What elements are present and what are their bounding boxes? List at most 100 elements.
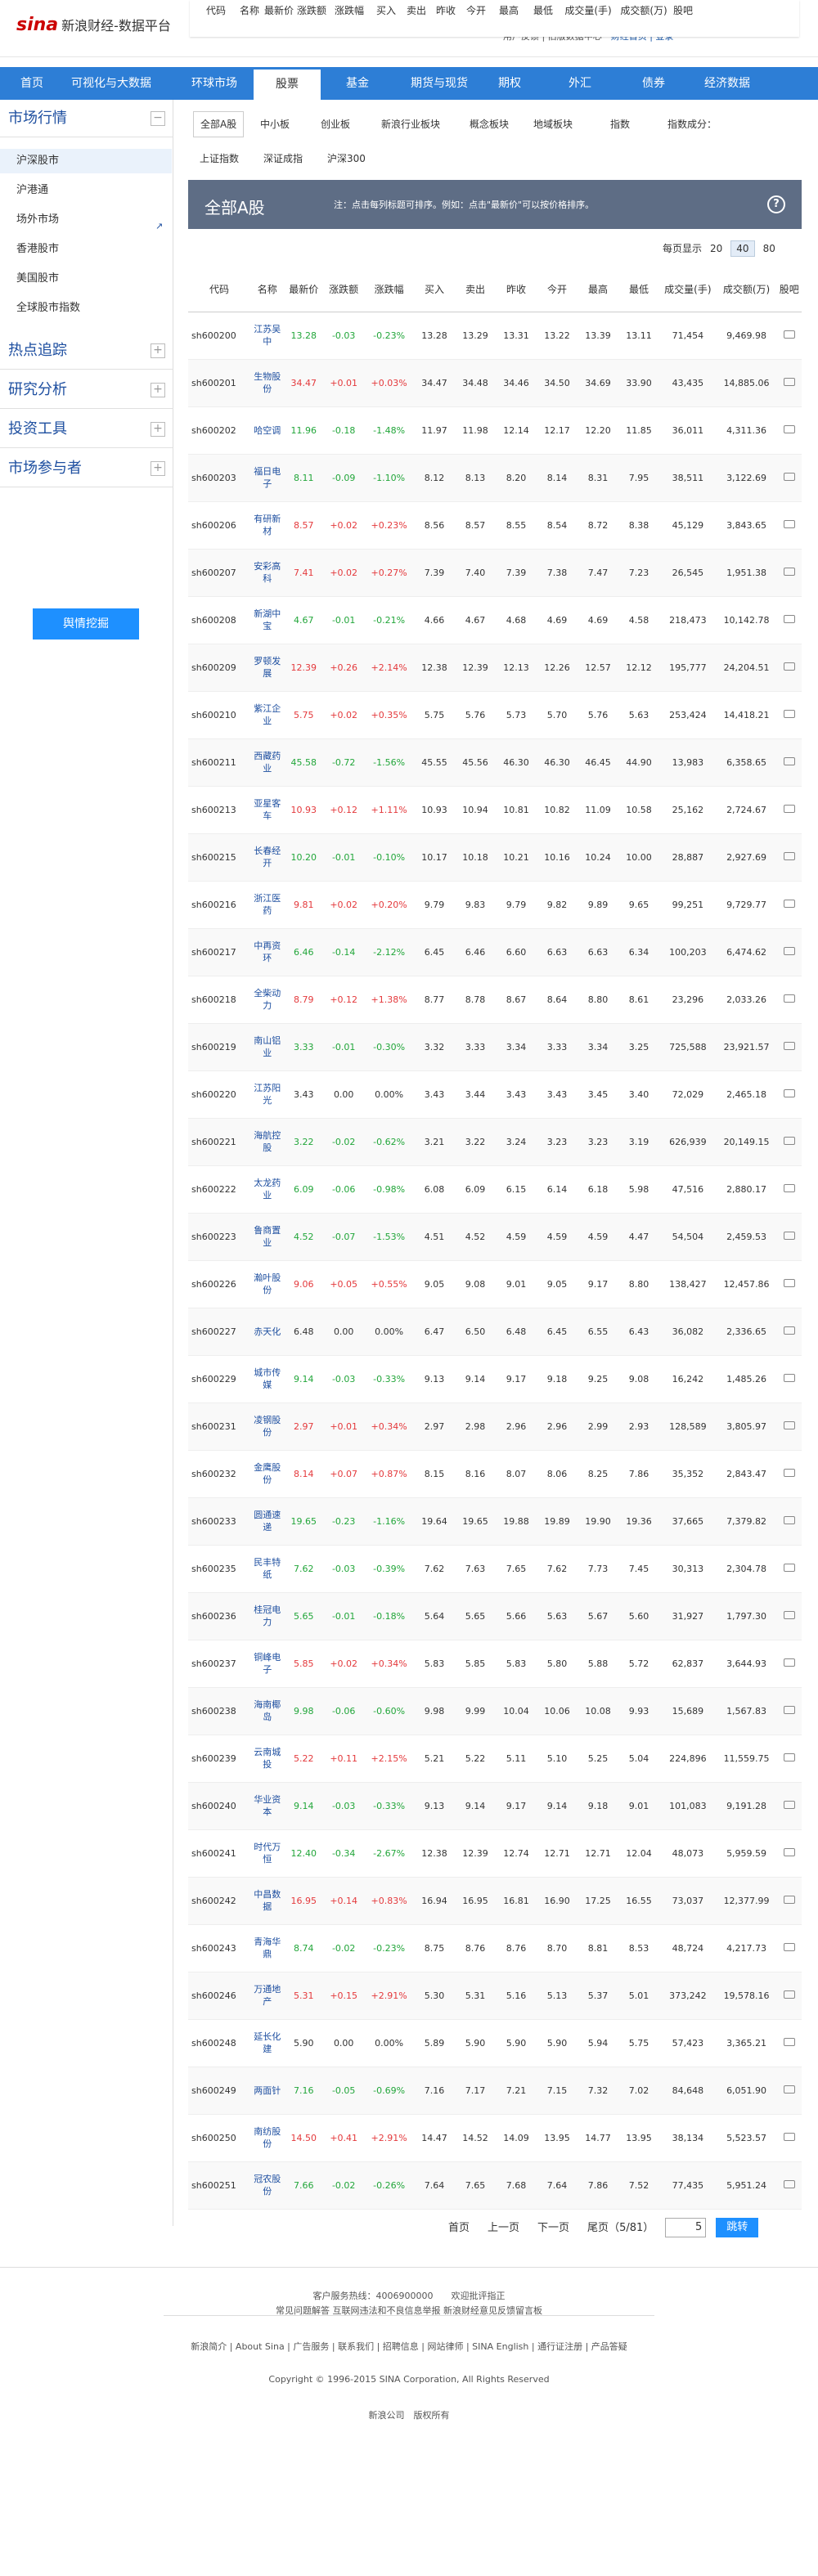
table-row[interactable]: sh600243 青海华鼎 8.74 -0.02 -0.23% 8.75 8.76 8.76 8… [188,1924,802,1972]
stock-code[interactable]: sh600203 [188,454,251,502]
stock-code[interactable]: sh600249 [188,2067,251,2115]
index-tab-0[interactable]: 上证指数 [193,146,245,172]
stock-code[interactable]: sh600250 [188,2114,251,2162]
stock-name[interactable]: 瀚叶股份 [250,1260,285,1308]
expand-icon[interactable]: + [151,422,165,437]
guba-cell[interactable] [776,1640,802,1688]
guba-cell[interactable] [776,1165,802,1214]
guba-cell[interactable] [776,1308,802,1356]
guba-cell[interactable] [776,312,802,360]
table-row[interactable]: sh600236 桂冠电力 5.65 -0.01 -0.18% 5.64 5.65 5.66 5… [188,1592,802,1640]
stock-name[interactable]: 西藏药业 [250,738,285,787]
sticky-col-6[interactable]: 卖出 [402,5,430,17]
forum-icon[interactable] [783,804,795,813]
nav-item-7[interactable]: 外汇 [535,67,625,100]
table-row[interactable]: sh600200 江苏吴中 13.28 -0.03 -0.23% 13.28 13.29 13… [188,312,802,360]
stock-code[interactable]: sh600251 [188,2161,251,2210]
stock-name[interactable]: 哈空调 [250,406,285,455]
sidebar-item-3[interactable]: 香港股市 [16,237,172,262]
forum-icon[interactable] [783,1136,795,1145]
stock-name[interactable]: 全柴动力 [250,976,285,1024]
stock-name[interactable]: 南山铝业 [250,1023,285,1071]
nav-item-8[interactable]: 债券 [625,67,682,100]
column-header-11[interactable]: 成交量(手) [659,267,717,312]
nav-item-6[interactable]: 期权 [484,67,535,100]
forum-icon[interactable] [783,1468,795,1477]
forum-icon[interactable] [783,519,795,528]
stock-name[interactable]: 中再资环 [250,928,285,976]
stock-name[interactable]: 亚星客车 [250,786,285,834]
table-row[interactable]: sh600215 长春经开 10.20 -0.01 -0.10% 10.17 10.18 10… [188,833,802,882]
sticky-col-0[interactable]: 代码 [196,5,236,17]
forum-icon[interactable] [783,851,795,860]
table-row[interactable]: sh600202 哈空调 11.96 -0.18 -1.48% 11.97 11.98 12.… [188,406,802,455]
nav-item-0[interactable]: 首页 [0,67,64,100]
forum-icon[interactable] [783,1752,795,1761]
forum-icon[interactable] [783,567,795,576]
guba-cell[interactable] [776,1972,802,2020]
stock-name[interactable]: 青海华鼎 [250,1924,285,1972]
stock-name[interactable]: 海南椰岛 [250,1687,285,1735]
stock-code[interactable]: sh600246 [188,1972,251,2020]
guba-cell[interactable] [776,833,802,882]
stock-code[interactable]: sh600209 [188,644,251,692]
sidebar-section-0[interactable]: 热点追踪 + [0,332,173,370]
guba-cell[interactable] [776,881,802,929]
guba-cell[interactable] [776,1782,802,1830]
forum-icon[interactable] [783,330,795,339]
stock-name[interactable]: 圆通速递 [250,1497,285,1546]
table-row[interactable]: sh600251 冠农股份 7.66 -0.02 -0.26% 7.64 7.65 7.68 7… [188,2161,802,2210]
stock-code[interactable]: sh600213 [188,786,251,834]
guba-cell[interactable] [776,786,802,834]
guba-cell[interactable] [776,1402,802,1451]
first-page-link[interactable]: 首页 [448,2219,470,2234]
table-row[interactable]: sh600238 海南椰岛 9.98 -0.06 -0.60% 9.98 9.99 10.04… [188,1687,802,1735]
forum-icon[interactable] [783,662,795,671]
forum-icon[interactable] [783,1183,795,1192]
stock-code[interactable]: sh600231 [188,1402,251,1451]
page-number-input[interactable]: 5 [665,2218,707,2237]
stock-name[interactable]: 长春经开 [250,833,285,882]
stock-code[interactable]: sh600248 [188,2019,251,2067]
forum-icon[interactable] [783,709,795,718]
stock-name[interactable]: 桂冠电力 [250,1592,285,1640]
forum-icon[interactable] [783,1800,795,1809]
stock-code[interactable]: sh600215 [188,833,251,882]
guba-cell[interactable] [776,928,802,976]
sidebar-section-market[interactable]: 市场行情 − [0,100,173,137]
forum-icon[interactable] [783,614,795,623]
stock-code[interactable]: sh600237 [188,1640,251,1688]
forum-icon[interactable] [783,472,795,481]
stock-name[interactable]: 金鹰股份 [250,1450,285,1498]
forum-icon[interactable] [783,2037,795,2046]
stock-name[interactable]: 两面针 [250,2067,285,2115]
sidebar-section-2[interactable]: 投资工具 + [0,411,173,448]
external-link-icon[interactable]: ↗ [155,221,163,231]
table-row[interactable]: sh600201 生物股份 34.47 +0.01 +0.03% 34.47 34.48 34… [188,359,802,407]
help-icon[interactable]: ? [767,195,785,213]
stock-name[interactable]: 太龙药业 [250,1165,285,1214]
stock-code[interactable]: sh600239 [188,1735,251,1783]
stock-name[interactable]: 冠农股份 [250,2161,285,2210]
guba-cell[interactable] [776,1877,802,1925]
tab-1[interactable]: 中小板 [254,111,296,137]
tab-2[interactable]: 创业板 [314,111,357,137]
stock-code[interactable]: sh600210 [188,691,251,739]
column-header-8[interactable]: 今开 [537,267,578,312]
guba-cell[interactable] [776,738,802,787]
forum-icon[interactable] [783,2132,795,2141]
per-page-option-40[interactable]: 40 [730,240,755,257]
sticky-col-13[interactable]: 股吧 [672,5,694,17]
sticky-col-2[interactable]: 最新价 [263,5,294,17]
prev-page-link[interactable]: 上一页 [488,2219,519,2234]
table-row[interactable]: sh600220 江苏阳光 3.43 0.00 0.00% 3.43 3.44 3.43 3.4… [188,1070,802,1119]
table-row[interactable]: sh600229 城市传媒 9.14 -0.03 -0.33% 9.13 9.14 9.17 9… [188,1355,802,1403]
stock-name[interactable]: 罗顿发展 [250,644,285,692]
stock-code[interactable]: sh600240 [188,1782,251,1830]
stock-name[interactable]: 中昌数据 [250,1877,285,1925]
sticky-col-4[interactable]: 涨跌幅 [329,5,370,17]
column-header-13[interactable]: 股吧 [776,267,802,312]
footer-links[interactable]: 新浪简介 | About Sina | 广告服务 | 联系我们 | 招聘信息 |… [0,2340,818,2353]
index-tab-2[interactable]: 沪深300 [321,146,372,172]
forum-icon[interactable] [783,1942,795,1951]
